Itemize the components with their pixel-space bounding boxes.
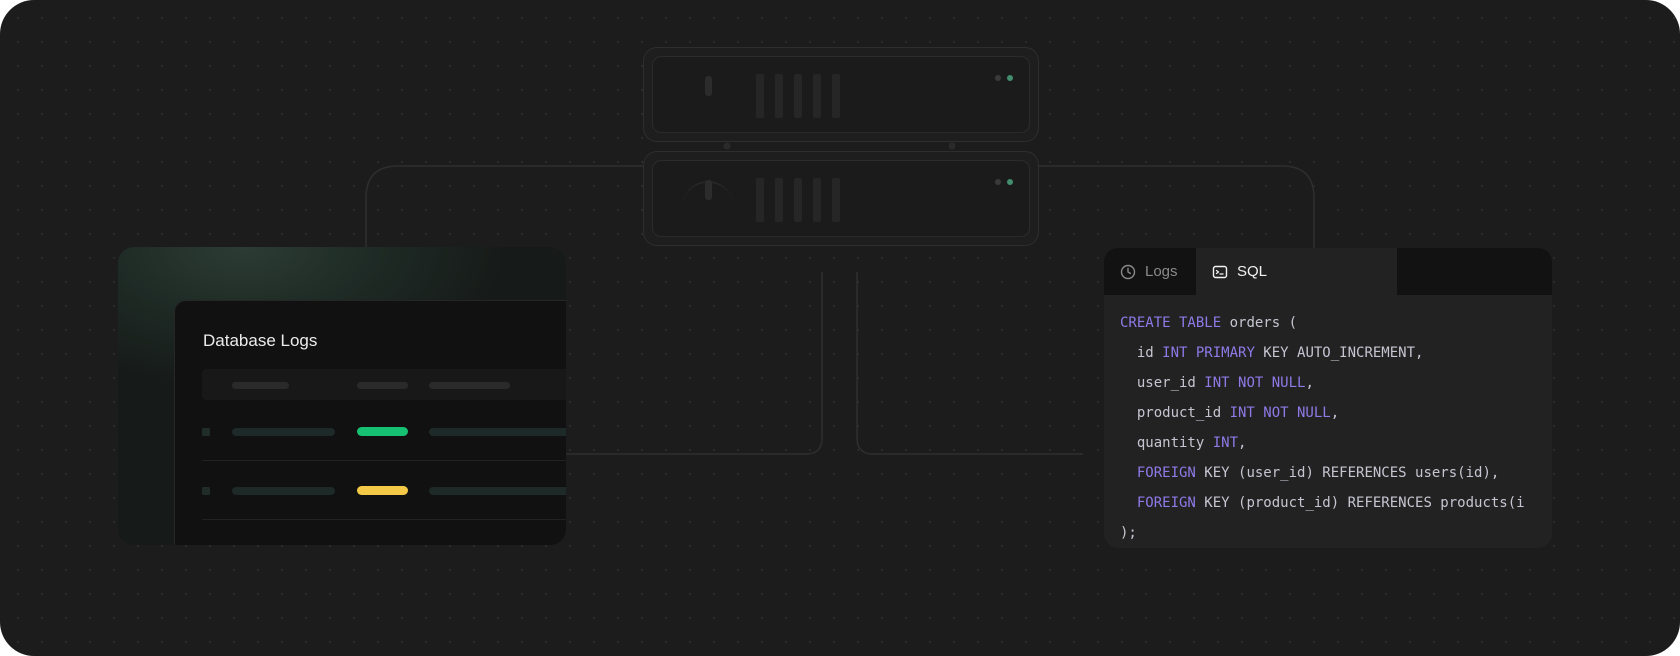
code-keyword: INT NOT NULL <box>1204 375 1306 391</box>
illustration-canvas: Database Logs Logs SQL CREATE TABLE orde… <box>0 0 1680 656</box>
status-pill <box>357 427 408 436</box>
header-placeholder <box>232 382 289 389</box>
code-line: quantity INT, <box>1120 428 1525 458</box>
code-text: orders ( <box>1221 315 1298 331</box>
cell-placeholder <box>429 428 566 436</box>
row-marker <box>202 487 210 495</box>
tab-sql[interactable]: SQL <box>1196 248 1397 295</box>
code-text: KEY (product_id) REFERENCES products(i <box>1195 495 1525 511</box>
server-link-dot-right <box>948 142 956 150</box>
vent-slot <box>832 178 840 222</box>
header-placeholder <box>429 382 510 389</box>
code-keyword: INT <box>1212 435 1239 451</box>
editor-tab-bar: Logs SQL <box>1104 248 1552 295</box>
power-switch <box>705 180 712 200</box>
code-text: , <box>1238 435 1247 451</box>
code-line: CREATE TABLE orders ( <box>1120 308 1525 338</box>
header-placeholder <box>357 382 408 389</box>
vent-slot <box>775 178 783 222</box>
power-switch <box>705 76 712 96</box>
server-faceplate <box>652 160 1030 237</box>
code-text: , <box>1330 405 1340 421</box>
code-line: user_id INT NOT NULL, <box>1120 368 1525 398</box>
table-row <box>202 461 566 520</box>
code-text: product_id <box>1120 405 1230 421</box>
code-keyword: FOREIGN <box>1136 465 1196 481</box>
clock-icon <box>1120 264 1136 279</box>
tab-sql-label: SQL <box>1237 263 1268 280</box>
server-vents <box>756 178 840 222</box>
code-text: KEY (user_id) REFERENCES users(id), <box>1195 465 1500 481</box>
code-text: id <box>1120 345 1163 361</box>
vent-slot <box>794 178 802 222</box>
vent-slot <box>813 178 821 222</box>
server-faceplate <box>652 56 1030 133</box>
sql-editor-card: Logs SQL CREATE TABLE orders ( id INT PR… <box>1104 248 1552 548</box>
vent-slot <box>813 74 821 118</box>
code-text: ); <box>1120 525 1137 541</box>
status-led-off <box>995 179 1001 185</box>
connector-down-left <box>566 272 823 455</box>
status-pill <box>357 486 408 495</box>
tab-logs-label: Logs <box>1145 263 1178 280</box>
code-text: quantity <box>1120 435 1213 451</box>
code-text: user_id <box>1120 375 1205 391</box>
table-row <box>202 402 566 461</box>
logs-title: Database Logs <box>203 331 318 350</box>
code-keyword: INT PRIMARY <box>1162 345 1255 361</box>
vent-slot <box>832 74 840 118</box>
cell-placeholder <box>429 487 566 495</box>
database-logs-window: Database Logs <box>174 300 566 545</box>
server-unit-top <box>643 47 1039 142</box>
connector-down-right <box>856 272 1083 455</box>
connector-right <box>1039 165 1315 248</box>
vent-slot <box>794 74 802 118</box>
connector-left <box>365 165 643 247</box>
logs-table-header <box>202 369 566 400</box>
status-led-off <box>995 75 1001 81</box>
terminal-icon <box>1212 265 1228 278</box>
code-line: ); <box>1120 518 1525 548</box>
code-line: FOREIGN KEY (user_id) REFERENCES users(i… <box>1120 458 1525 488</box>
server-unit-bottom <box>643 151 1039 246</box>
vent-slot <box>775 74 783 118</box>
code-text: , <box>1305 375 1314 391</box>
code-keyword: INT NOT NULL <box>1229 405 1331 421</box>
server-vents <box>756 74 840 118</box>
table-row <box>202 520 566 545</box>
database-logs-card: Database Logs <box>118 247 566 545</box>
status-led-on <box>1007 179 1013 185</box>
code-line: product_id INT NOT NULL, <box>1120 398 1525 428</box>
cell-placeholder <box>232 487 335 495</box>
vent-slot <box>756 74 764 118</box>
code-keyword: CREATE TABLE <box>1120 315 1222 331</box>
code-line: id INT PRIMARY KEY AUTO_INCREMENT, <box>1120 338 1525 368</box>
cell-placeholder <box>232 428 335 436</box>
row-marker <box>202 428 210 436</box>
code-line: FOREIGN KEY (product_id) REFERENCES prod… <box>1120 488 1525 518</box>
code-keyword: FOREIGN <box>1136 495 1196 511</box>
code-text: KEY AUTO_INCREMENT, <box>1254 345 1424 361</box>
server-link-dot-left <box>723 142 731 150</box>
status-led-on <box>1007 75 1013 81</box>
vent-slot <box>756 178 764 222</box>
sql-code-block[interactable]: CREATE TABLE orders ( id INT PRIMARY KEY… <box>1120 308 1525 548</box>
tab-logs[interactable]: Logs <box>1120 248 1178 295</box>
